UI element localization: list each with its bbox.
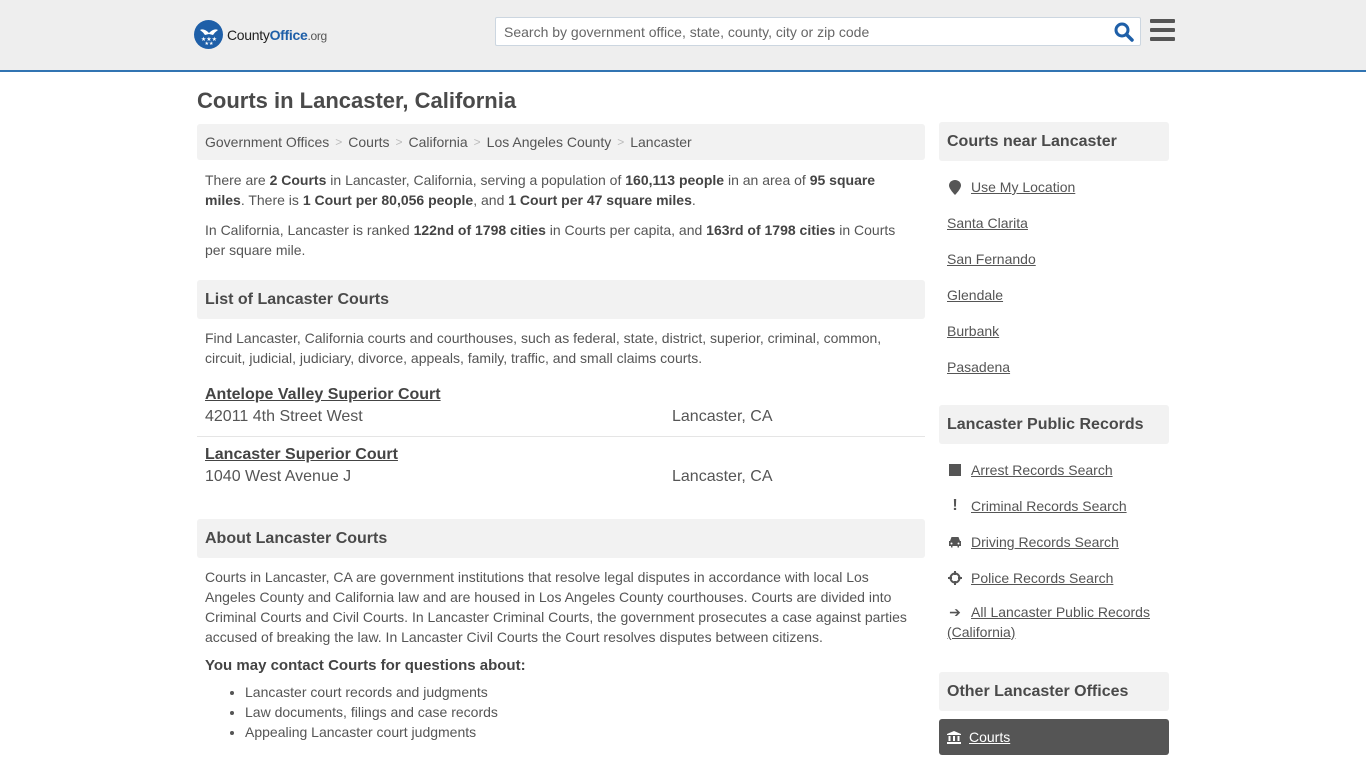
contact-heading: You may contact Courts for questions abo…	[205, 657, 526, 674]
site-logo[interactable]: ★★★ ★★ CountyOffice.org	[194, 20, 327, 49]
court-item: Antelope Valley Superior Court 42011 4th…	[197, 386, 925, 436]
exclamation-icon: !	[952, 497, 958, 514]
breadcrumb-california[interactable]: California	[409, 134, 468, 150]
driving-records-link[interactable]: Driving Records Search	[971, 534, 1119, 550]
logo-text: CountyOffice.org	[227, 26, 327, 43]
courthouse-icon	[947, 730, 961, 744]
svg-text:★★: ★★	[204, 41, 213, 46]
breadcrumb-government-offices[interactable]: Government Offices	[205, 134, 329, 150]
about-section-heading: About Lancaster Courts	[197, 519, 925, 558]
court-item: Lancaster Superior Court 1040 West Avenu…	[197, 446, 925, 486]
search-input[interactable]	[496, 18, 1096, 45]
all-public-records-link[interactable]: All Lancaster Public Records (California…	[947, 604, 1150, 640]
arrest-records-link[interactable]: Arrest Records Search	[971, 462, 1113, 478]
nearby-city-link[interactable]: Pasadena	[947, 359, 1010, 375]
breadcrumb-lancaster: Lancaster	[630, 134, 692, 150]
criminal-records-link[interactable]: Criminal Records Search	[971, 498, 1127, 514]
court-divider	[197, 436, 925, 437]
list-intro: Find Lancaster, California courts and co…	[205, 330, 882, 366]
list-item: Law documents, filings and case records	[245, 702, 925, 722]
map-marker-icon	[947, 179, 963, 195]
search-icon[interactable]	[1114, 22, 1134, 42]
list-item: Appealing Lancaster court judgments	[245, 722, 925, 742]
court-name-link[interactable]: Lancaster Superior Court	[205, 446, 398, 464]
nearby-city-item: Pasadena	[939, 349, 1169, 385]
list-section-heading: List of Lancaster Courts	[197, 280, 925, 319]
square-icon	[947, 464, 963, 476]
nearby-heading: Courts near Lancaster	[939, 122, 1169, 161]
sidebar-other-offices: Other Lancaster Offices Courts	[939, 672, 1169, 755]
about-paragraph: Courts in Lancaster, CA are government i…	[205, 569, 907, 645]
courts-office-link[interactable]: Courts	[969, 729, 1010, 745]
nearby-city-link[interactable]: San Fernando	[947, 251, 1036, 267]
nearby-city-item: Santa Clarita	[939, 205, 1169, 241]
court-name-link[interactable]: Antelope Valley Superior Court	[205, 386, 441, 404]
breadcrumb-separator: >	[335, 135, 343, 149]
summary-paragraph: There are 2 Courts in Lancaster, Califor…	[205, 172, 876, 208]
nearby-city-item: San Fernando	[939, 241, 1169, 277]
records-item: Driving Records Search	[939, 524, 1169, 560]
use-my-location-link[interactable]: Use My Location	[971, 179, 1075, 195]
court-address: 1040 West Avenue J	[205, 468, 352, 485]
court-city: Lancaster, CA	[672, 408, 773, 425]
hamburger-menu-icon[interactable]	[1150, 19, 1175, 41]
page-title: Courts in Lancaster, California	[197, 88, 517, 113]
eagle-stars-icon: ★★★ ★★	[194, 20, 223, 49]
sidebar-public-records: Lancaster Public Records Arrest Records …	[939, 405, 1169, 642]
records-item: Arrest Records Search	[939, 452, 1169, 488]
court-city: Lancaster, CA	[672, 468, 773, 485]
use-location-item: Use My Location	[939, 169, 1169, 205]
nearby-city-link[interactable]: Santa Clarita	[947, 215, 1028, 231]
search-box	[495, 17, 1141, 46]
breadcrumb-separator: >	[473, 135, 481, 149]
arrow-right-icon: ➔	[949, 604, 961, 620]
sidebar-nearby: Courts near Lancaster Use My Location Sa…	[939, 122, 1169, 385]
crosshair-icon	[947, 571, 963, 585]
nearby-city-link[interactable]: Burbank	[947, 323, 999, 339]
nearby-city-link[interactable]: Glendale	[947, 287, 1003, 303]
site-header: ★★★ ★★ CountyOffice.org	[0, 0, 1366, 72]
police-records-link[interactable]: Police Records Search	[971, 570, 1113, 586]
breadcrumb: Government Offices > Courts > California > …	[197, 124, 925, 160]
public-records-heading: Lancaster Public Records	[939, 405, 1169, 444]
nearby-city-item: Glendale	[939, 277, 1169, 313]
contact-topics-list: Lancaster court records and judgments La…	[197, 682, 925, 742]
car-icon	[947, 536, 963, 548]
breadcrumb-separator: >	[617, 135, 625, 149]
breadcrumb-courts[interactable]: Courts	[348, 134, 389, 150]
records-item: Police Records Search	[939, 560, 1169, 596]
list-item: Lancaster court records and judgments	[245, 682, 925, 702]
court-address: 42011 4th Street West	[205, 408, 363, 425]
breadcrumb-separator: >	[395, 135, 403, 149]
other-office-item-courts[interactable]: Courts	[939, 719, 1169, 755]
main-content: Government Offices > Courts > California > …	[197, 124, 925, 742]
records-item: ! Criminal Records Search	[939, 488, 1169, 524]
ranking-paragraph: In California, Lancaster is ranked 122nd…	[205, 222, 896, 258]
other-offices-heading: Other Lancaster Offices	[939, 672, 1169, 711]
breadcrumb-los-angeles-county[interactable]: Los Angeles County	[487, 134, 612, 150]
nearby-city-item: Burbank	[939, 313, 1169, 349]
records-item: ➔ All Lancaster Public Records (Californi…	[939, 596, 1169, 642]
